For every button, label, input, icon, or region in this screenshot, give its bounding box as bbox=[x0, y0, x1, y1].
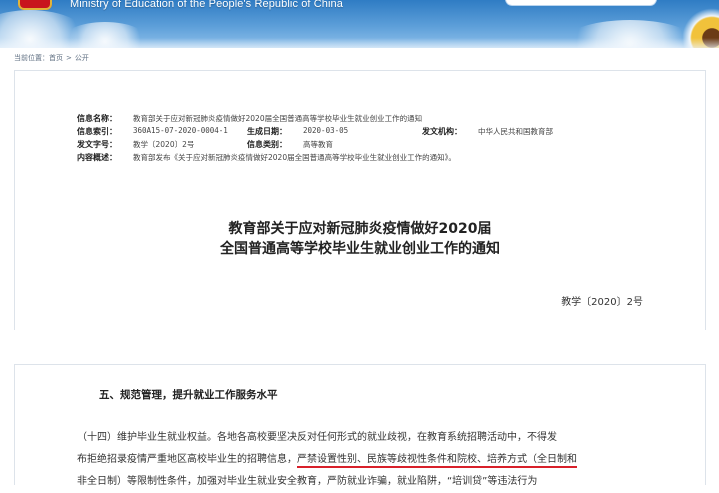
paragraph-text: 布拒绝招录疫情严重地区高校毕业生的招聘信息， bbox=[77, 454, 297, 465]
meta-value: 2020-03-05 bbox=[303, 126, 349, 135]
meta-value: 教学〔2020〕2号 bbox=[133, 140, 195, 149]
meta-label: 信息索引： bbox=[77, 127, 117, 136]
meta-value: 教育部关于应对新冠肺炎疫情做好2020届全国普通高等学校毕业生就业创业工作的通知 bbox=[133, 114, 423, 123]
meta-value: 360A15-07-2020-0004-1 bbox=[133, 126, 228, 135]
meta-label: 发文机构： bbox=[422, 127, 462, 136]
meta-value: 中华人民共和国教育部 bbox=[478, 127, 553, 136]
meta-value: 教育部发布《关于应对新冠肺炎疫情做好2020届全国普通高等学校毕业生就业创业工作… bbox=[133, 153, 456, 162]
meta-label: 信息名称： bbox=[77, 114, 117, 123]
body-paragraph: （十四）维护毕业生就业权益。各地各高校要坚决反对任何形式的就业歧视，在教育系统招… bbox=[77, 427, 657, 493]
site-header: ★ Ministry of Education of the People's … bbox=[0, 0, 719, 48]
meta-value: 高等教育 bbox=[303, 140, 333, 149]
ministry-name: Ministry of Education of the People's Re… bbox=[70, 0, 343, 10]
document-number: 教学〔2020〕2号 bbox=[561, 297, 643, 308]
document-header-card: 信息名称： 教育部关于应对新冠肺炎疫情做好2020届全国普通高等学校毕业生就业创… bbox=[14, 70, 706, 331]
section-heading: 五、规范管理，提升就业工作服务水平 bbox=[99, 389, 278, 401]
document-title-line2: 全国普通高等学校毕业生就业创业工作的通知 bbox=[220, 241, 500, 257]
paragraph-line: 非全日制）等限制性条件，加强对毕业生就业安全教育，严防就业诈骗，就业陷阱，“培训… bbox=[77, 476, 538, 487]
breadcrumb-prefix: 当前位置： bbox=[14, 54, 49, 62]
meta-label: 信息类别： bbox=[247, 140, 287, 149]
breadcrumb-home-link[interactable]: 首页 bbox=[49, 54, 63, 62]
meta-label: 内容概述： bbox=[77, 153, 117, 162]
meta-label: 生成日期： bbox=[247, 127, 287, 136]
document-body-card: 五、规范管理，提升就业工作服务水平 （十四）维护毕业生就业权益。各地各高校要坚决… bbox=[14, 364, 706, 487]
breadcrumb-separator: > bbox=[66, 54, 72, 62]
paragraph-line: （十四）维护毕业生就业权益。各地各高校要坚决反对任何形式的就业歧视，在教育系统招… bbox=[77, 432, 557, 443]
national-emblem-icon[interactable]: ★ bbox=[18, 0, 52, 10]
breadcrumb: 当前位置：首页 > 公开 bbox=[14, 53, 89, 63]
paragraph-line: 布拒绝招录疫情严重地区高校毕业生的招聘信息，严禁设置性别、民族等歧视性条件和院校… bbox=[77, 449, 657, 471]
highlighted-text: 严禁设置性别、民族等歧视性条件和院校、培养方式（全日制和 bbox=[297, 454, 577, 468]
meta-label: 发文字号： bbox=[77, 140, 117, 149]
search-input[interactable] bbox=[505, 0, 657, 6]
document-title-line1: 教育部关于应对新冠肺炎疫情做好2020届 bbox=[228, 221, 492, 237]
breadcrumb-public-link[interactable]: 公开 bbox=[75, 54, 89, 62]
